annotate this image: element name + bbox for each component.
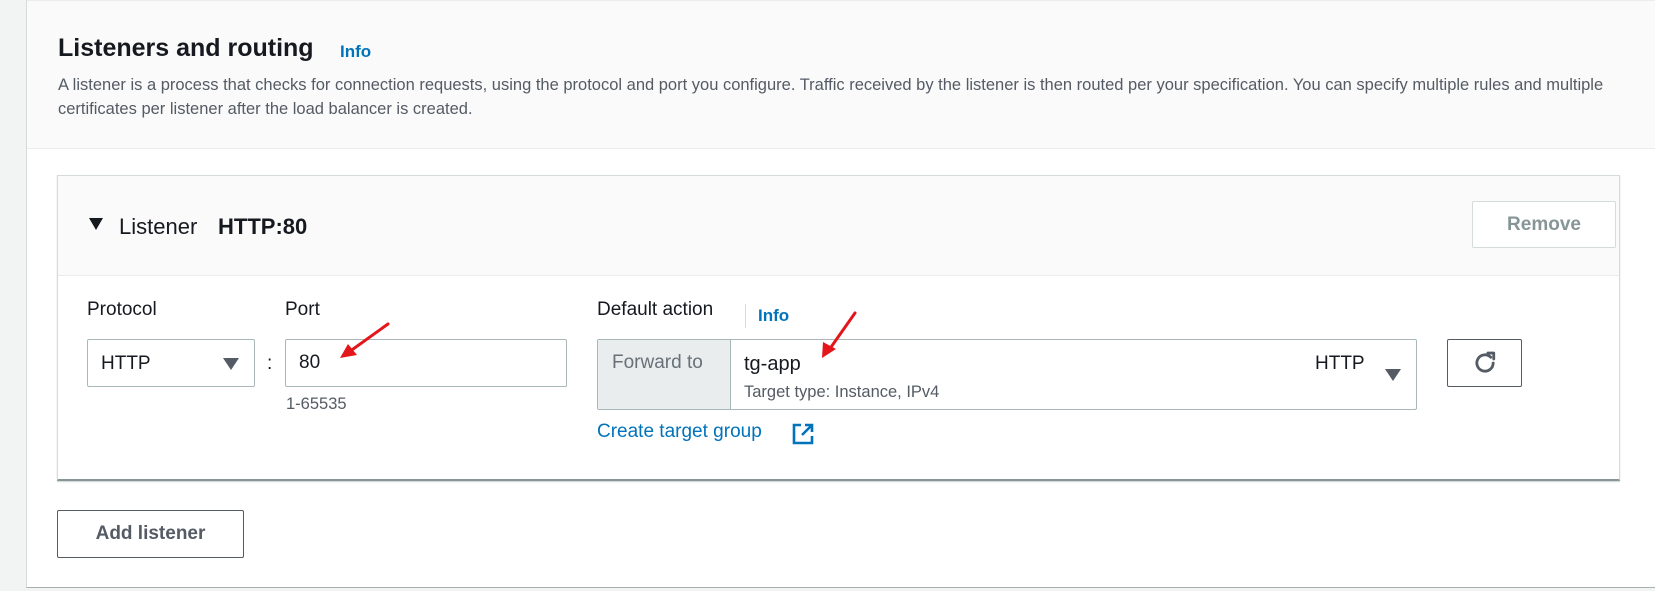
listener-header[interactable]: Listener HTTP:80 Remove xyxy=(58,176,1619,276)
forward-to-addon: Forward to xyxy=(598,340,731,409)
caret-down-icon[interactable] xyxy=(89,218,103,230)
forward-to-label: Forward to xyxy=(612,352,703,373)
triangle-down-icon xyxy=(223,358,239,370)
refresh-icon xyxy=(1474,351,1495,373)
section-description: A listener is a process that checks for … xyxy=(58,76,1604,118)
create-target-group-link[interactable]: Create target group xyxy=(597,421,762,443)
target-protocol: HTTP xyxy=(1315,353,1365,374)
listener-label: Listener xyxy=(119,214,198,239)
refresh-button[interactable] xyxy=(1447,339,1522,387)
port-input[interactable] xyxy=(285,339,567,387)
add-listener-button[interactable]: Add listener xyxy=(57,510,244,558)
section-info-link[interactable]: Info xyxy=(340,42,371,62)
target-group-name: tg-app xyxy=(744,353,801,375)
section-title: Listeners and routing xyxy=(58,34,314,62)
protocol-select[interactable]: HTTP xyxy=(87,339,255,387)
default-action-select[interactable]: Forward to tg-app Target type: Instance,… xyxy=(597,339,1417,410)
external-link-icon[interactable] xyxy=(791,422,815,446)
label-divider xyxy=(745,304,746,328)
remove-button[interactable]: Remove xyxy=(1472,201,1616,248)
protocol-label: Protocol xyxy=(87,299,157,320)
target-type: Target type: Instance, IPv4 xyxy=(744,383,940,401)
panel-header: Listeners and routing Info A listener is… xyxy=(27,0,1655,149)
port-hint: 1-65535 xyxy=(286,395,347,413)
default-action-info-link[interactable]: Info xyxy=(758,306,789,326)
default-action-label: Default action xyxy=(597,299,714,320)
protocol-port-separator: : xyxy=(267,353,273,374)
protocol-value: HTTP xyxy=(101,353,151,374)
port-label: Port xyxy=(285,299,320,320)
listener-card: Listener HTTP:80 Remove xyxy=(57,175,1620,481)
listeners-routing-panel: Listeners and routing Info A listener is… xyxy=(26,0,1655,588)
triangle-down-icon xyxy=(1385,369,1401,381)
listener-value: HTTP:80 xyxy=(218,214,308,239)
